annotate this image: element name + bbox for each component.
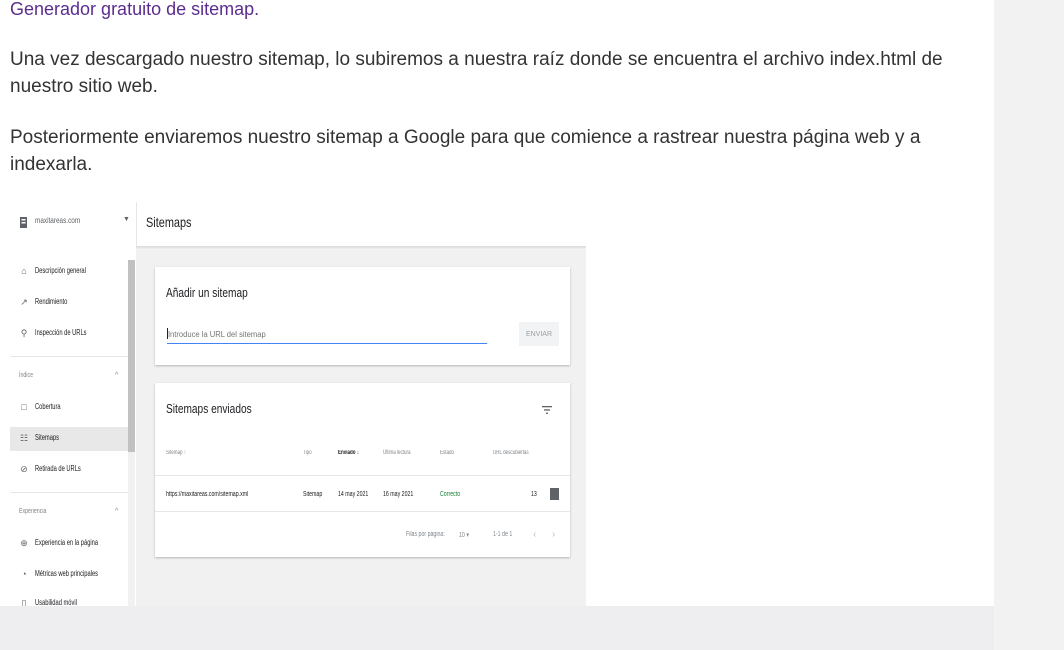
previous-page-button[interactable]: ‹ <box>533 529 536 540</box>
divider <box>155 511 570 512</box>
sidebar-item-sitemaps[interactable]: ☷ Sitemaps <box>10 427 128 451</box>
status-badge: Correcto <box>440 491 461 498</box>
article-body: Generador gratuito de sitemap. Una vez d… <box>0 0 994 606</box>
rows-per-page-select[interactable]: 10 ▾ <box>459 531 469 539</box>
page-title: Sitemaps <box>146 214 192 230</box>
divider <box>136 202 137 246</box>
divider <box>155 475 570 476</box>
sidebar-item-removals[interactable]: ⊘ Retirada de URLs <box>10 458 128 482</box>
sent-sitemaps-card: Sitemaps enviados Sitemap ↑ Tipo Enviado… <box>155 383 570 557</box>
paragraph-send-to-google: Posteriormente enviaremos nuestro sitema… <box>10 127 921 175</box>
trend-icon: ↗ <box>20 297 28 307</box>
add-sitemap-title: Añadir un sitemap <box>166 285 248 300</box>
sitemap-url-cell: https://maxitareas.com/sitemap.xml <box>166 491 249 498</box>
divider <box>10 356 128 357</box>
chevron-up-icon[interactable]: ^ <box>115 508 118 515</box>
bar-chart-icon[interactable] <box>550 488 559 500</box>
sort-arrow-down-icon: ↓ <box>356 450 360 456</box>
add-sitemap-card: Añadir un sitemap ENVIAR <box>155 267 570 365</box>
last-read-cell: 16 may 2021 <box>383 491 414 498</box>
section-header-index[interactable]: Índice <box>19 372 33 379</box>
column-header-sent[interactable]: Enviado ↓ <box>338 450 359 456</box>
next-page-button[interactable]: › <box>552 529 555 540</box>
chevron-down-icon: ▾ <box>466 532 469 539</box>
home-icon: ⌂ <box>21 266 27 276</box>
chevron-up-icon[interactable]: ^ <box>115 372 118 379</box>
sidebar-item-mobile-usability[interactable]: ▯ Usabilidad móvil <box>10 592 128 606</box>
sent-sitemaps-title: Sitemaps enviados <box>166 401 252 416</box>
search-icon: ⚲ <box>20 328 28 338</box>
pagination-range: 1-1 de 1 <box>493 531 513 538</box>
property-selector[interactable]: maxitareas.com <box>35 216 80 225</box>
paragraph-upload-sitemap: Una vez descargado nuestro sitemap, lo s… <box>10 49 943 97</box>
column-header-discovered-urls[interactable]: URL descubiertas <box>493 450 529 456</box>
discovered-urls-cell: 13 <box>531 491 537 498</box>
sidebar-item-overview[interactable]: ⌂ Descripción general <box>10 260 128 284</box>
sidebar-item-coverage[interactable]: □ Cobertura <box>10 396 128 420</box>
sidebar: ⌂ Descripción general ↗ Rendimiento ⚲ In… <box>10 250 136 606</box>
search-console-screenshot: maxitareas.com ▼ Sitemaps ⌂ Descripción … <box>10 202 586 606</box>
sitemap-generator-link[interactable]: Generador gratuito de sitemap. <box>10 0 259 20</box>
sidebar-scrollbar-thumb[interactable] <box>128 260 135 452</box>
column-header-status[interactable]: Estado <box>440 450 454 456</box>
chevron-down-icon[interactable]: ▼ <box>123 216 130 223</box>
rows-per-page-label: Filas por página: <box>406 531 445 538</box>
property-icon <box>20 217 27 228</box>
text-cursor <box>167 328 168 339</box>
right-gutter <box>994 0 1064 650</box>
sent-date-cell: 14 may 2021 <box>338 491 369 498</box>
file-icon: □ <box>21 402 27 412</box>
section-header-experience[interactable]: Experiencia <box>19 508 46 515</box>
type-cell: Sitemap <box>303 491 323 498</box>
column-header-last-read[interactable]: Última lectura <box>383 450 411 456</box>
column-header-sitemap[interactable]: Sitemap ↑ <box>166 450 186 456</box>
top-bar: maxitareas.com ▼ Sitemaps <box>10 202 586 246</box>
remove-icon: ⊘ <box>20 464 28 474</box>
sidebar-item-core-web-vitals[interactable]: ◔ Métricas web principales <box>10 563 128 587</box>
filter-icon[interactable] <box>541 404 553 416</box>
divider <box>10 492 128 493</box>
sidebar-item-page-experience[interactable]: ⊕ Experiencia en la página <box>10 532 128 556</box>
column-header-type[interactable]: Tipo <box>303 450 312 456</box>
plus-circle-icon: ⊕ <box>20 538 28 548</box>
gauge-icon: ◔ <box>21 569 27 579</box>
submit-sitemap-button[interactable]: ENVIAR <box>519 322 559 346</box>
sidebar-item-performance[interactable]: ↗ Rendimiento <box>10 291 128 315</box>
sort-arrow-up-icon: ↑ <box>183 450 187 456</box>
sitemap-url-input[interactable] <box>167 325 488 344</box>
main-content: Añadir un sitemap ENVIAR Sitemaps enviad… <box>136 250 586 606</box>
sitemap-icon: ☷ <box>19 433 29 443</box>
phone-icon: ▯ <box>21 598 27 606</box>
page-footer-strip <box>0 606 994 650</box>
sidebar-item-url-inspection[interactable]: ⚲ Inspección de URLs <box>10 322 128 346</box>
